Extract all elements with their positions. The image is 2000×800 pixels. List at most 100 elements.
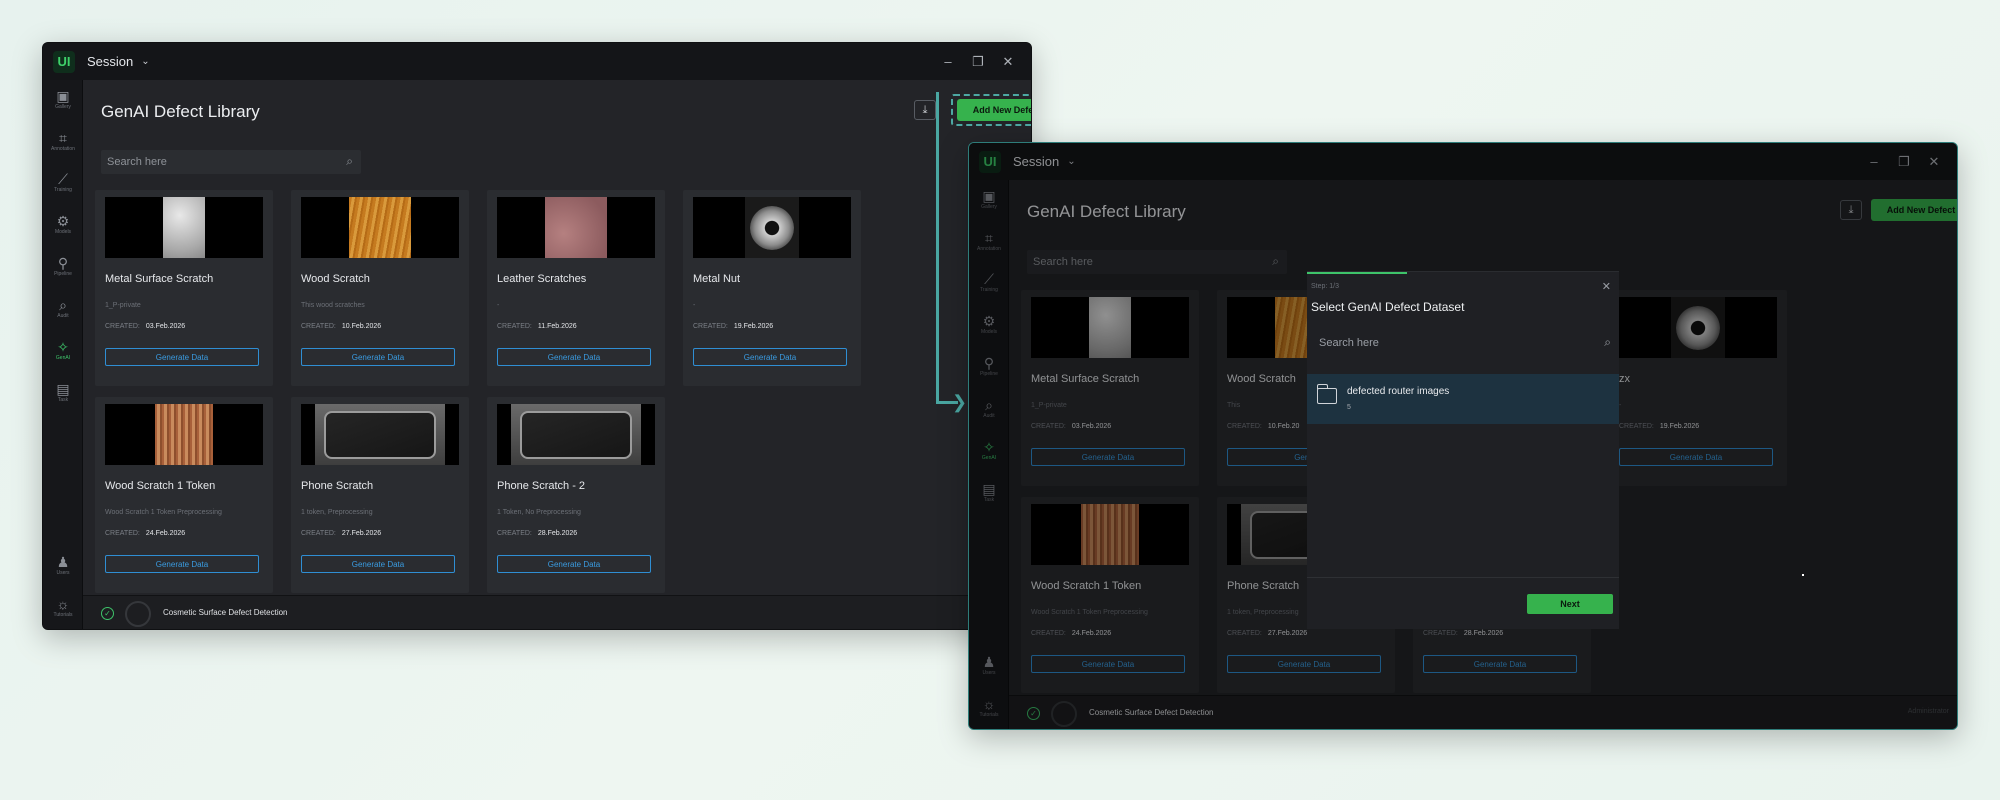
defect-card[interactable]: Metal Nut - CREATED: 19.Feb.2026 Generate Da… (683, 190, 861, 386)
session-menu[interactable]: Session (87, 54, 133, 69)
minimize-icon[interactable]: – (933, 54, 963, 69)
created-date: CREATED: 11.Feb.2026 (497, 323, 577, 330)
sidebar-item-label: GenAI (55, 355, 71, 361)
created-value: 28.Feb.2026 (537, 530, 578, 537)
created-date: CREATED: 28.Feb.2026 (497, 530, 577, 537)
app-window-library: UI Session ⌄ – ❐ ✕ ▣ Gallery ⌗ Annotation ⟋ T… (42, 42, 1032, 630)
sidebar-item-users[interactable]: ♟ Users (43, 554, 83, 577)
sidebar-item-label: Gallery (55, 104, 71, 110)
sidebar-item-label: Models (54, 229, 72, 235)
created-date: CREATED: 03.Feb.2026 (105, 323, 185, 330)
dialog-footer-divider (1307, 577, 1619, 578)
sidebar-item-tutorials[interactable]: ☼ Tutorials (43, 596, 83, 619)
created-date: CREATED: 27.Feb.2026 (301, 530, 381, 537)
created-value: 10.Feb.2026 (341, 323, 382, 330)
title-bar: UI Session ⌄ – ❐ ✕ (43, 43, 1031, 80)
created-date: CREATED: 24.Feb.2026 (105, 530, 185, 537)
defect-description: - (693, 302, 696, 309)
generate-data-button[interactable]: Generate Data (301, 348, 455, 366)
created-label: CREATED: (301, 530, 336, 537)
generate-data-button[interactable]: Generate Data (105, 348, 259, 366)
close-icon[interactable]: ✕ (993, 54, 1023, 70)
main-content: GenAI Defect Library ⤓ Add New Defect Se… (83, 80, 1031, 595)
generate-data-button[interactable]: Generate Data (497, 555, 651, 573)
dataset-list-item[interactable]: defected router images 5 (1307, 374, 1619, 424)
created-date: CREATED: 19.Feb.2026 (693, 323, 773, 330)
gear-icon: ⚙ (56, 213, 70, 229)
download-icon[interactable]: ⤓ (914, 100, 936, 120)
created-value: 24.Feb.2026 (145, 530, 186, 537)
sidebar-item-genai[interactable]: ✧ GenAI (43, 339, 83, 362)
defect-thumbnail (301, 197, 459, 258)
defect-card[interactable]: Leather Scratches - CREATED: 11.Feb.2026 Gen… (487, 190, 665, 386)
sidebar-item-gallery[interactable]: ▣ Gallery (43, 88, 83, 111)
pipeline-icon: ⚲ (57, 255, 69, 271)
sidebar-item-label: Annotation (51, 146, 75, 152)
generate-data-button[interactable]: Generate Data (105, 555, 259, 573)
generate-data-button[interactable]: Generate Data (497, 348, 651, 366)
chevron-down-icon[interactable]: ⌄ (141, 56, 149, 67)
defect-description: 1 Token, No Preprocessing (497, 509, 581, 516)
page-title: GenAI Defect Library (101, 102, 260, 121)
sidebar-item-audit[interactable]: ⌕ Audit (43, 297, 83, 320)
defect-card[interactable]: Phone Scratch - 2 1 Token, No Preprocessi… (487, 397, 665, 593)
sidebar-item-label: Audit (57, 313, 69, 319)
status-bar: ✓ Cosmetic Surface Defect Detection (83, 595, 1031, 629)
created-value: 19.Feb.2026 (733, 323, 774, 330)
defect-card[interactable]: Phone Scratch 1 token, Preprocessing CREAT… (291, 397, 469, 593)
sidebar-item-annotation[interactable]: ⌗ Annotation (43, 130, 83, 153)
sidebar-item-task[interactable]: ▤ Task (43, 381, 83, 404)
created-label: CREATED: (497, 323, 532, 330)
folder-icon (1316, 384, 1337, 404)
defect-card[interactable]: Wood Scratch 1 Token Wood Scratch 1 Token… (95, 397, 273, 593)
created-label: CREATED: (105, 323, 140, 330)
defect-thumbnail (105, 197, 263, 258)
sidebar-item-pipeline[interactable]: ⚲ Pipeline (43, 255, 83, 278)
search-icon[interactable]: ⌕ (1604, 335, 1611, 350)
defect-thumbnail (497, 197, 655, 258)
created-value: 11.Feb.2026 (537, 323, 577, 330)
generate-data-button[interactable]: Generate Data (301, 555, 455, 573)
check-circle-icon: ✓ (101, 607, 114, 620)
sidebar-item-label: Training (54, 187, 72, 193)
sidebar-item-label: Tutorials (53, 612, 73, 618)
search-icon[interactable]: ⌕ (346, 154, 353, 169)
step-progress-bar (1307, 272, 1407, 274)
defect-thumbnail (105, 404, 263, 465)
defect-card[interactable]: Wood Scratch This wood scratches CREATED: 1… (291, 190, 469, 386)
project-name: Cosmetic Surface Defect Detection (163, 608, 288, 617)
mouse-cursor-dot (1802, 574, 1804, 576)
defect-name: Wood Scratch (301, 273, 370, 285)
search-placeholder: Search here (107, 156, 167, 168)
sidebar-item-label: Users (56, 570, 70, 576)
defect-name: Leather Scratches (497, 273, 587, 285)
created-label: CREATED: (693, 323, 728, 330)
created-value: 27.Feb.2026 (341, 530, 382, 537)
search-input[interactable]: Search here ⌕ (101, 150, 361, 174)
connector-arrow-icon: ❯ (952, 392, 968, 412)
chart-line-icon: ⟋ (58, 171, 68, 187)
generate-data-button[interactable]: Generate Data (693, 348, 847, 366)
defect-description: 1 token, Preprocessing (301, 509, 373, 516)
sidebar-item-training[interactable]: ⟋ Training (43, 171, 83, 194)
magic-wand-icon: ✧ (57, 339, 69, 355)
defect-card[interactable]: Metal Surface Scratch 1_P-private CREATED:… (95, 190, 273, 386)
dataset-image-count: 5 (1347, 404, 1351, 411)
defect-thumbnail (693, 197, 851, 258)
next-button[interactable]: Next (1527, 594, 1613, 614)
dataset-name: defected router images (1347, 386, 1450, 397)
dataset-search-input[interactable]: Search here ⌕ (1311, 332, 1615, 354)
defect-description: - (497, 302, 500, 309)
close-icon[interactable]: ✕ (1602, 280, 1611, 293)
search-placeholder: Search here (1319, 337, 1379, 349)
sidebar-item-models[interactable]: ⚙ Models (43, 213, 83, 236)
sidebar-item-label: Task (57, 397, 69, 403)
defect-name: Phone Scratch - 2 (497, 480, 586, 492)
created-date: CREATED: 10.Feb.2026 (301, 323, 381, 330)
defect-name: Metal Nut (693, 273, 741, 285)
defect-description: This wood scratches (301, 302, 365, 309)
restore-icon[interactable]: ❐ (963, 54, 993, 70)
select-dataset-dialog: Step: 1/3 ✕ Select GenAI Defect Dataset … (1307, 271, 1619, 629)
add-new-defect-button[interactable]: Add New Defect (957, 99, 1031, 121)
sidebar: ▣ Gallery ⌗ Annotation ⟋ Training ⚙ Models ⚲ Pipe… (43, 80, 83, 629)
